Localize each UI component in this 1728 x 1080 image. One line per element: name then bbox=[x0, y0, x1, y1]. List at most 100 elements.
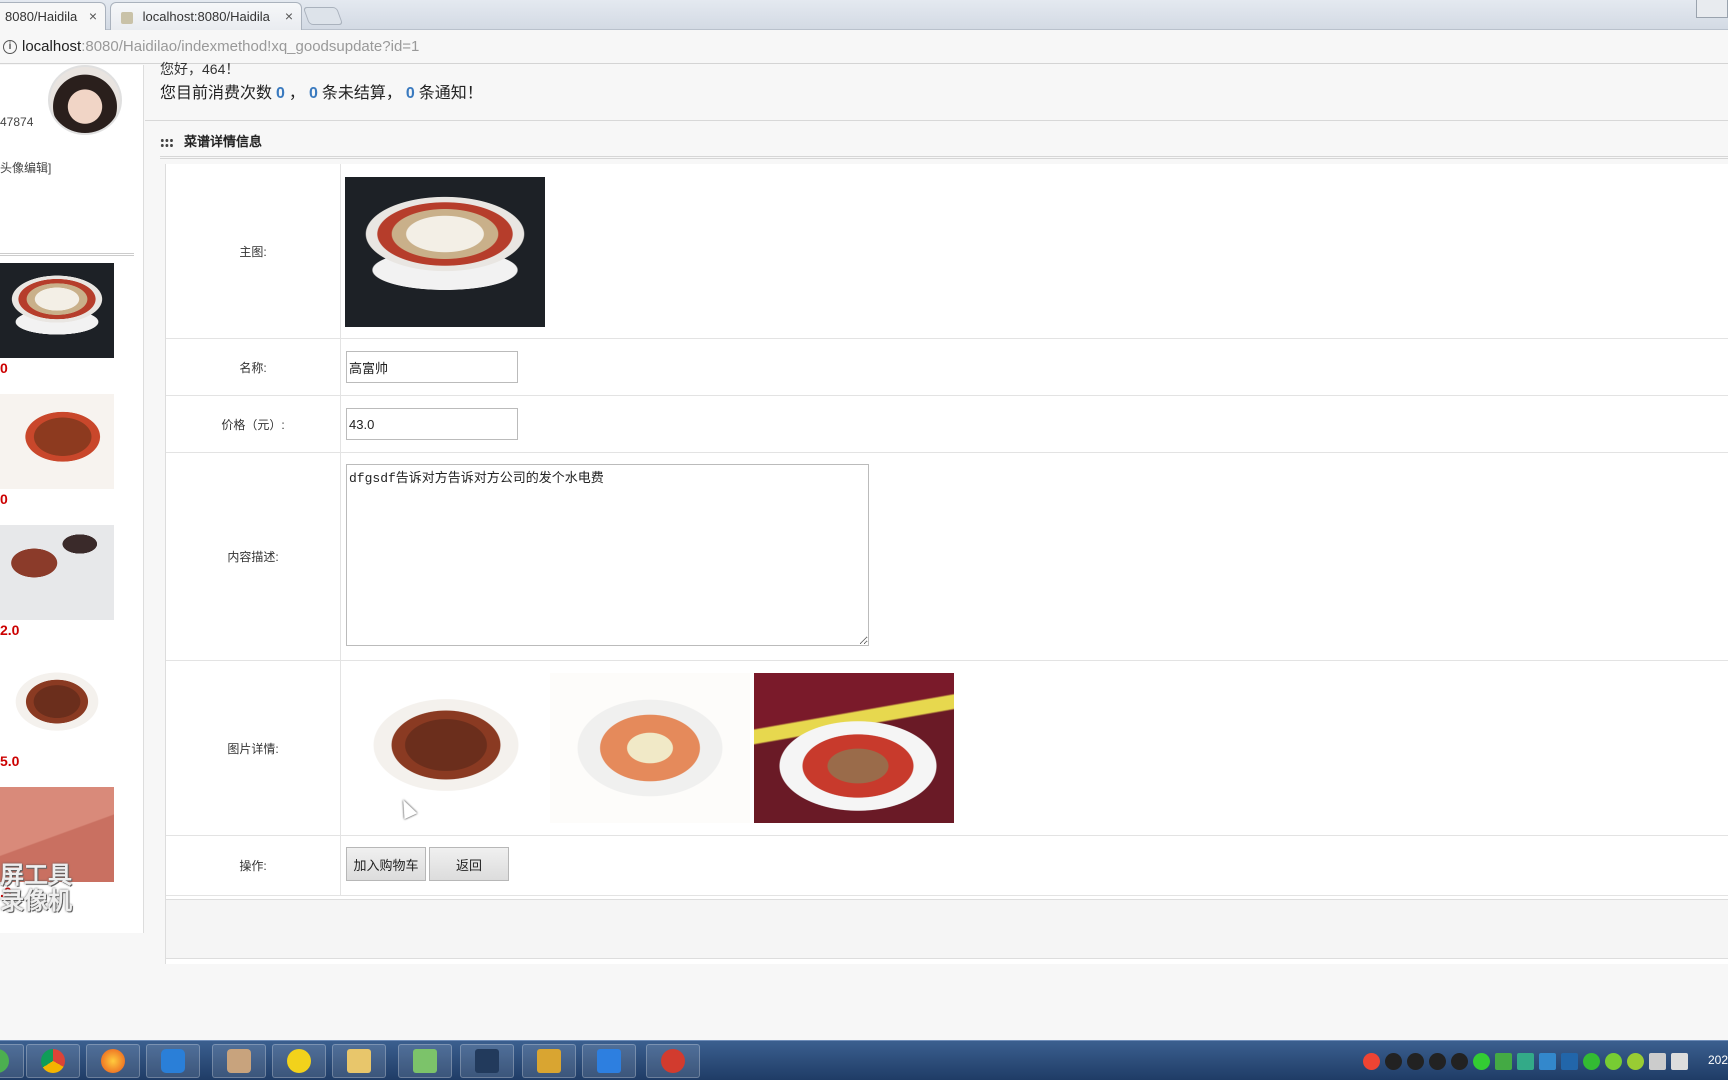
tab-haidilao-second[interactable]: localhost:8080/Haidila × bbox=[110, 2, 302, 30]
dish-thumbnail[interactable] bbox=[0, 263, 114, 358]
watermark-line: 屏工具 bbox=[0, 862, 72, 889]
folder-icon[interactable] bbox=[332, 1044, 386, 1078]
grid-icon bbox=[160, 137, 174, 148]
qq-icon[interactable] bbox=[1407, 1052, 1424, 1070]
qq-icon[interactable] bbox=[1451, 1052, 1468, 1070]
row-actions: 操作: 加入购物车 返回 bbox=[166, 836, 1728, 896]
notepad-icon[interactable] bbox=[398, 1044, 452, 1078]
sync-icon[interactable] bbox=[1539, 1052, 1556, 1070]
side-dish-item[interactable]: 0 bbox=[0, 263, 114, 376]
browser-tab-strip: 8080/Haidila × localhost:8080/Haidila × bbox=[0, 0, 1728, 30]
greeting-text: 您好，464！ bbox=[160, 61, 240, 77]
address-bar[interactable]: i localhost:8080/Haidilao/indexmethod!xq… bbox=[0, 30, 1728, 64]
back-button[interactable]: 返回 bbox=[429, 847, 509, 881]
row-main-image: 主图: bbox=[166, 164, 1728, 339]
chrome-icon[interactable] bbox=[26, 1044, 80, 1078]
tab-haidilao-active[interactable]: 8080/Haidila × bbox=[0, 2, 106, 30]
shield-icon[interactable] bbox=[1583, 1052, 1600, 1070]
start-button[interactable] bbox=[0, 1044, 24, 1078]
taskbar: 202 bbox=[0, 1040, 1728, 1080]
name-label: 名称: bbox=[166, 339, 341, 395]
dish-price: 0 bbox=[0, 491, 8, 507]
clock[interactable]: 202 bbox=[1708, 1053, 1728, 1067]
leaf-icon[interactable] bbox=[1627, 1052, 1644, 1070]
detail-image-3 bbox=[754, 673, 954, 823]
photo-app-icon[interactable] bbox=[212, 1044, 266, 1078]
price-label: 价格（元）: bbox=[166, 396, 341, 452]
dish-price: 2.0 bbox=[0, 622, 20, 638]
notice-label: 条通知！ bbox=[418, 85, 483, 102]
music-icon[interactable] bbox=[272, 1044, 326, 1078]
url-host: localhost bbox=[22, 38, 82, 55]
dish-price: 5.0 bbox=[0, 753, 20, 769]
system-tray bbox=[1363, 1049, 1688, 1073]
package-icon[interactable] bbox=[522, 1044, 576, 1078]
stats-prefix: 您目前消费次数 bbox=[160, 85, 273, 102]
unpaid-count[interactable]: 0 bbox=[309, 85, 318, 102]
notice-count[interactable]: 0 bbox=[406, 85, 415, 102]
network-icon[interactable] bbox=[1649, 1052, 1666, 1070]
firefox-icon[interactable] bbox=[86, 1044, 140, 1078]
section-header: 菜谱详情信息 bbox=[160, 131, 262, 150]
unpaid-label: 条未结算， bbox=[321, 85, 402, 102]
name-field[interactable] bbox=[346, 351, 518, 383]
divider bbox=[0, 253, 134, 256]
url-path: :8080/Haidilao/indexmethod!xq_goodsupdat… bbox=[81, 38, 420, 55]
editor-icon[interactable] bbox=[460, 1044, 514, 1078]
nvidia-icon[interactable] bbox=[1495, 1052, 1512, 1070]
page-content: 47874 头像编辑] 0 0 2.0 5.0 .0 您好，464！ 您目前消费… bbox=[0, 61, 1728, 1040]
dish-detail-table: 主图: 名称: 价格（元）: 内容描述: dfgsdf告诉对方告诉对方公司的发个… bbox=[165, 164, 1728, 964]
qq-icon[interactable] bbox=[1429, 1052, 1446, 1070]
dish-thumbnail[interactable] bbox=[0, 525, 114, 620]
new-tab-button[interactable] bbox=[302, 7, 344, 25]
row-price: 价格（元）: bbox=[166, 396, 1728, 453]
description-label: 内容描述: bbox=[166, 453, 341, 660]
tab-label: 8080/Haidila bbox=[5, 9, 78, 24]
description-textarea[interactable]: dfgsdf告诉对方告诉对方公司的发个水电费 bbox=[346, 464, 869, 646]
plus-icon[interactable] bbox=[1605, 1052, 1622, 1070]
watermark-line: 录像机 bbox=[0, 888, 72, 915]
avatar-edit-link[interactable]: 头像编辑] bbox=[0, 159, 51, 176]
user-id: 47874 bbox=[0, 115, 34, 129]
recorder-icon[interactable] bbox=[646, 1044, 700, 1078]
footer-panel bbox=[165, 899, 1728, 959]
user-stats: 您目前消费次数 0， 0 条未结算， 0 条通知！ bbox=[160, 79, 483, 103]
main-image-cell bbox=[341, 164, 1728, 338]
user-sidebar: 47874 头像编辑] 0 0 2.0 5.0 .0 bbox=[0, 65, 144, 933]
qq-icon[interactable] bbox=[1385, 1052, 1402, 1070]
wps-icon[interactable] bbox=[582, 1044, 636, 1078]
dish-thumbnail[interactable] bbox=[0, 656, 114, 751]
side-dish-item[interactable]: 2.0 bbox=[0, 525, 114, 638]
dish-thumbnail[interactable] bbox=[0, 394, 114, 489]
url-text[interactable]: localhost:8080/Haidilao/indexmethod!xq_g… bbox=[22, 38, 419, 55]
security-icon[interactable] bbox=[1473, 1052, 1490, 1070]
consume-count[interactable]: 0 bbox=[276, 85, 285, 102]
page-icon bbox=[121, 11, 133, 24]
add-to-cart-button[interactable]: 加入购物车 bbox=[346, 847, 426, 881]
app-u-icon[interactable] bbox=[146, 1044, 200, 1078]
row-name: 名称: bbox=[166, 339, 1728, 396]
close-icon[interactable]: × bbox=[285, 8, 293, 24]
tab-label: localhost:8080/Haidila bbox=[142, 9, 270, 24]
ime-icon[interactable] bbox=[1363, 1052, 1380, 1070]
window-minimize-button[interactable] bbox=[1696, 0, 1728, 18]
divider bbox=[160, 156, 1728, 159]
dish-price: 0 bbox=[0, 360, 8, 376]
info-icon[interactable]: i bbox=[3, 40, 17, 54]
side-dish-item[interactable]: 5.0 bbox=[0, 656, 114, 769]
main-image-label: 主图: bbox=[166, 164, 341, 338]
side-dish-item[interactable]: 0 bbox=[0, 394, 114, 507]
detail-image-1 bbox=[346, 673, 546, 823]
stats-separator: ， bbox=[288, 85, 305, 102]
actions-label: 操作: bbox=[166, 836, 341, 895]
price-field[interactable] bbox=[346, 408, 518, 440]
network-app-icon[interactable] bbox=[1517, 1052, 1534, 1070]
screen-recorder-watermark: 屏工具 录像机 bbox=[0, 863, 72, 915]
windows-icon[interactable] bbox=[1561, 1052, 1578, 1070]
detail-images-label: 图片详情: bbox=[166, 661, 341, 835]
detail-image-2 bbox=[550, 673, 750, 823]
divider bbox=[145, 120, 1728, 121]
volume-icon[interactable] bbox=[1671, 1052, 1688, 1070]
avatar[interactable] bbox=[48, 65, 122, 135]
close-icon[interactable]: × bbox=[89, 8, 97, 24]
